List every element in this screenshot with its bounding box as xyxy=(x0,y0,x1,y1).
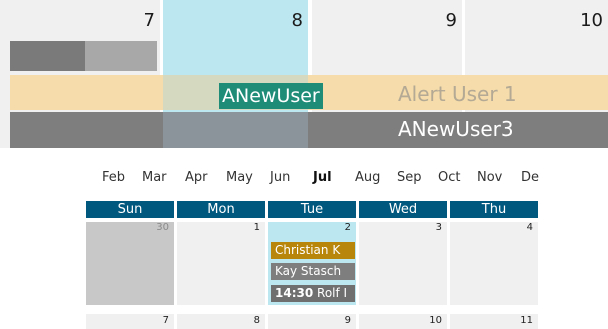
event-kay-stasch[interactable]: Kay Stasch xyxy=(271,263,355,280)
month-apr[interactable]: Apr xyxy=(185,170,208,185)
event-time: 14:30 xyxy=(275,286,314,300)
weekday-wed: Wed xyxy=(359,201,447,218)
cell-day-number: 3 xyxy=(435,222,442,233)
day-cell-9[interactable]: 9 xyxy=(268,314,356,329)
month-oct[interactable]: Oct xyxy=(438,170,460,185)
event-christian-k[interactable]: Christian K xyxy=(271,242,355,259)
weekday-mon: Mon xyxy=(177,201,265,218)
day-cell-4[interactable]: 4 xyxy=(450,222,538,305)
event-alert-user-1[interactable]: Alert User 1 xyxy=(398,81,517,107)
day-number: 9 xyxy=(445,10,457,31)
day-number: 7 xyxy=(143,10,155,31)
month-nov[interactable]: Nov xyxy=(477,170,502,185)
day-cell-7[interactable]: 7 xyxy=(86,314,174,329)
month-sep[interactable]: Sep xyxy=(397,170,422,185)
day-cell-30[interactable]: 30 xyxy=(86,222,174,305)
month-aug[interactable]: Aug xyxy=(355,170,380,185)
cell-day-number: 1 xyxy=(253,222,260,233)
event-title: Rolf I xyxy=(317,286,348,300)
cell-day-number: 7 xyxy=(162,315,169,326)
month-jun[interactable]: Jun xyxy=(270,170,290,185)
anewuser3-band[interactable] xyxy=(10,112,608,148)
day-cell-11[interactable]: 11 xyxy=(450,314,538,329)
month-mar[interactable]: Mar xyxy=(142,170,167,185)
day-cell-1[interactable]: 1 xyxy=(177,222,265,305)
event-rolf[interactable]: 14:30 Rolf I xyxy=(271,285,355,302)
timeline-event-block[interactable] xyxy=(85,41,157,71)
weekday-sun: Sun xyxy=(86,201,174,218)
weekday-thu: Thu xyxy=(450,201,538,218)
today-overlay xyxy=(163,112,308,148)
cell-day-number: 10 xyxy=(429,315,442,326)
month-may[interactable]: May xyxy=(226,170,253,185)
cell-day-number: 2 xyxy=(344,222,351,233)
event-anewuser[interactable]: ANewUser xyxy=(219,83,323,109)
timeline-event-block[interactable] xyxy=(10,41,85,71)
day-number: 8 xyxy=(291,10,303,31)
month-dec[interactable]: De xyxy=(521,170,539,185)
event-anewuser3[interactable]: ANewUser3 xyxy=(398,116,514,142)
weekday-tue: Tue xyxy=(268,201,356,218)
cell-day-number: 9 xyxy=(344,315,351,326)
cell-day-number: 8 xyxy=(253,315,260,326)
day-number: 10 xyxy=(580,10,603,31)
cell-day-number: 30 xyxy=(156,222,169,233)
cell-day-number: 4 xyxy=(526,222,533,233)
event-title: Christian K xyxy=(275,243,341,257)
day-cell-3[interactable]: 3 xyxy=(359,222,447,305)
event-title: Kay Stasch xyxy=(275,264,342,278)
cell-day-number: 11 xyxy=(520,315,533,326)
month-jul[interactable]: Jul xyxy=(313,170,332,185)
month-feb[interactable]: Feb xyxy=(102,170,125,185)
day-cell-10[interactable]: 10 xyxy=(359,314,447,329)
day-cell-8[interactable]: 8 xyxy=(177,314,265,329)
